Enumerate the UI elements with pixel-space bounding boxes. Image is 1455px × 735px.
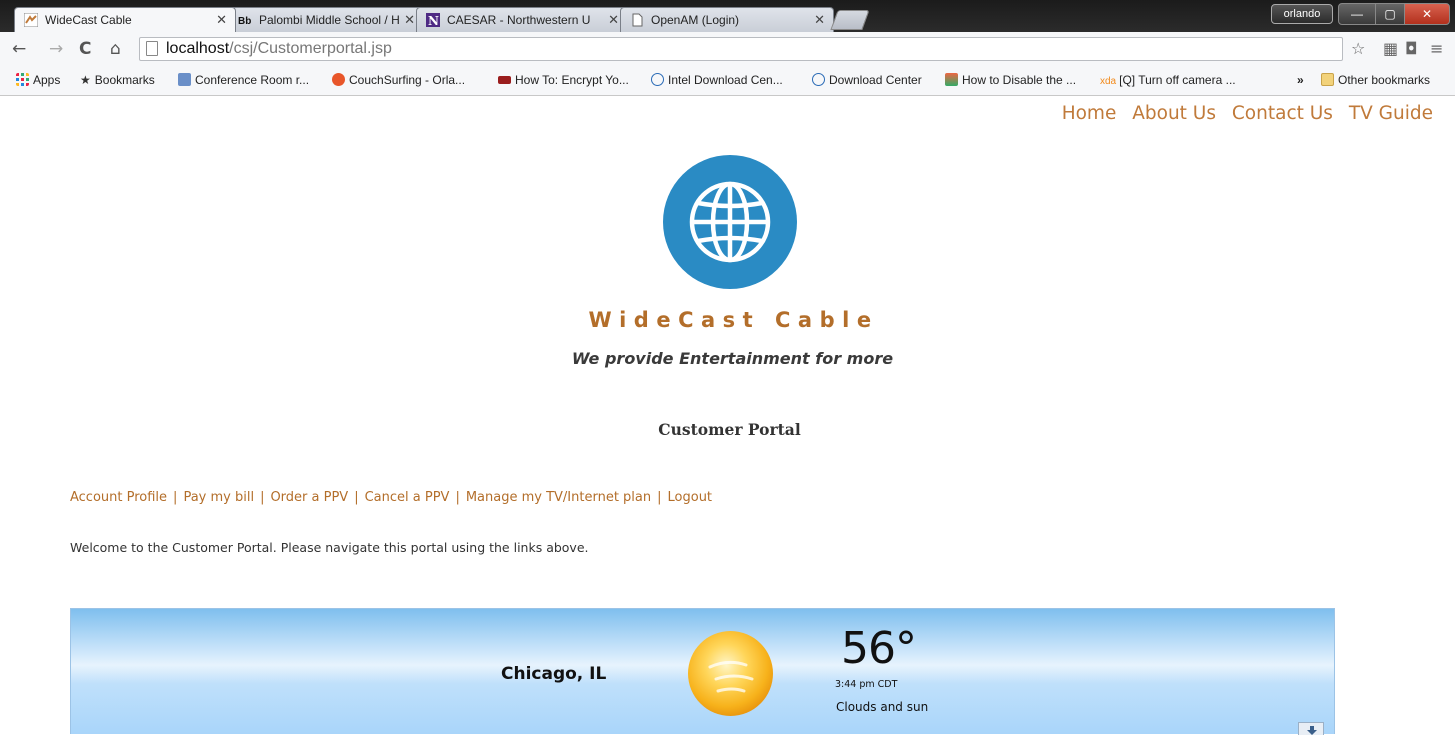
page-icon: [146, 41, 158, 56]
nav-home-link[interactable]: Home: [1062, 103, 1117, 124]
portal-navigation: Account Profile | Pay my bill | Order a PPV |…: [70, 490, 712, 505]
intel-icon: [651, 73, 664, 86]
tab-caesar[interactable]: N CAESAR - Northwestern U ✕: [416, 7, 628, 32]
minimize-button[interactable]: —: [1338, 3, 1376, 25]
tab-widecast[interactable]: WideCast Cable ✕: [14, 7, 236, 32]
nav-contact-link[interactable]: Contact Us: [1232, 103, 1333, 124]
bookmarks-bar: Apps ★ Bookmarks Conference Room r... Cou…: [0, 66, 1455, 96]
weather-widget: Chicago, IL 56° 3:44 pm CDT Clouds and s…: [70, 608, 1335, 735]
bookmark-couchsurfing[interactable]: CouchSurfing - Orla...: [332, 72, 465, 88]
weather-expand-button[interactable]: [1298, 722, 1324, 735]
svg-text:Bb: Bb: [238, 16, 251, 27]
figure-icon: [945, 73, 958, 86]
star-icon: ★: [80, 73, 91, 87]
profile-button[interactable]: orlando: [1271, 4, 1333, 24]
blackboard-favicon: Bb: [238, 16, 251, 27]
bookmark-download-center[interactable]: Download Center: [812, 72, 922, 88]
nav-tvguide-link[interactable]: TV Guide: [1349, 103, 1433, 124]
pay-bill-link[interactable]: Pay my bill: [183, 490, 254, 505]
tab-title: CAESAR - Northwestern U: [447, 13, 591, 27]
link-separator: |: [173, 490, 178, 505]
pocket-icon[interactable]: ◘: [1405, 40, 1418, 58]
tab-title: Palombi Middle School / H: [259, 13, 400, 27]
address-bar[interactable]: localhost/csj/Customerportal.jsp: [139, 37, 1343, 61]
url-text: localhost/csj/Customerportal.jsp: [166, 40, 392, 57]
bookmark-conference-room[interactable]: Conference Room r...: [178, 72, 309, 88]
nav-about-link[interactable]: About Us: [1132, 103, 1216, 124]
bookmark-intel-download[interactable]: Intel Download Cen...: [651, 72, 783, 88]
welcome-message: Welcome to the Customer Portal. Please n…: [70, 540, 589, 555]
bookmark-xda[interactable]: xda [Q] Turn off camera ...: [1100, 72, 1236, 90]
new-tab-button[interactable]: [830, 10, 870, 30]
sun-cloud-icon: [688, 631, 773, 716]
brand-tagline: We provide Entertainment for more: [571, 349, 894, 368]
account-profile-link[interactable]: Account Profile: [70, 490, 167, 505]
link-separator: |: [455, 490, 460, 505]
bookmark-bookmarks[interactable]: ★ Bookmarks: [80, 72, 155, 88]
weather-city: Chicago, IL: [501, 664, 607, 684]
weather-condition: Clouds and sun: [836, 700, 929, 714]
back-arrow-icon[interactable]: ←: [12, 39, 26, 59]
manage-plan-link[interactable]: Manage my TV/Internet plan: [466, 490, 651, 505]
link-separator: |: [260, 490, 265, 505]
browser-tabstrip: WideCast Cable ✕ Bb Palombi Middle Schoo…: [0, 0, 1455, 32]
tab-close-icon[interactable]: ✕: [814, 8, 825, 32]
maximize-button[interactable]: ▢: [1375, 3, 1405, 25]
star-bookmark-icon[interactable]: ☆: [1351, 40, 1365, 58]
svg-text:N: N: [428, 14, 439, 27]
menu-icon[interactable]: ≡: [1430, 40, 1443, 58]
tab-title: OpenAM (Login): [651, 13, 740, 27]
tab-close-icon[interactable]: ✕: [404, 8, 415, 32]
top-navigation: Home About Us Contact Us TV Guide: [1052, 103, 1433, 124]
logout-link[interactable]: Logout: [668, 490, 713, 505]
forward-arrow-icon[interactable]: →: [49, 39, 63, 59]
tab-close-icon[interactable]: ✕: [608, 8, 619, 32]
mpc-icon: [498, 76, 511, 84]
globe-icon: [689, 181, 771, 263]
globe-logo: [663, 155, 797, 289]
brand-name: WideCast Cable: [588, 308, 879, 332]
xda-icon: xda: [1100, 76, 1117, 87]
northwestern-favicon: N: [426, 13, 440, 27]
folder-icon: [1321, 73, 1334, 86]
order-ppv-link[interactable]: Order a PPV: [270, 490, 348, 505]
extension-icon[interactable]: ▦: [1383, 40, 1398, 58]
link-separator: |: [354, 490, 359, 505]
bookmarks-overflow-button[interactable]: »: [1297, 72, 1304, 88]
weather-temperature: 56°: [841, 623, 917, 674]
cancel-ppv-link[interactable]: Cancel a PPV: [365, 490, 450, 505]
home-icon[interactable]: ⌂: [110, 39, 121, 59]
cloud-streaks: [708, 660, 754, 693]
bookmark-encrypt[interactable]: How To: Encrypt Yo...: [498, 72, 629, 88]
tab-title: WideCast Cable: [45, 13, 132, 27]
conference-icon: [178, 73, 191, 86]
tab-palombi[interactable]: Bb Palombi Middle School / H ✕: [228, 7, 424, 32]
tab-openam[interactable]: OpenAM (Login) ✕: [620, 7, 834, 32]
intel-icon: [812, 73, 825, 86]
other-bookmarks-folder[interactable]: Other bookmarks: [1321, 72, 1430, 88]
link-separator: |: [657, 490, 662, 505]
apps-icon: [16, 73, 29, 86]
reload-icon[interactable]: C: [79, 39, 91, 59]
page-title: Customer Portal: [658, 420, 801, 439]
page-favicon: [632, 13, 643, 27]
couchsurfing-icon: [332, 73, 345, 86]
close-window-button[interactable]: ✕: [1404, 3, 1450, 25]
bookmark-apps[interactable]: Apps: [16, 72, 60, 88]
bookmark-disable[interactable]: How to Disable the ...: [945, 72, 1076, 88]
tab-close-icon[interactable]: ✕: [216, 8, 227, 32]
widecast-favicon: [24, 13, 38, 27]
weather-time: 3:44 pm CDT: [835, 679, 898, 690]
